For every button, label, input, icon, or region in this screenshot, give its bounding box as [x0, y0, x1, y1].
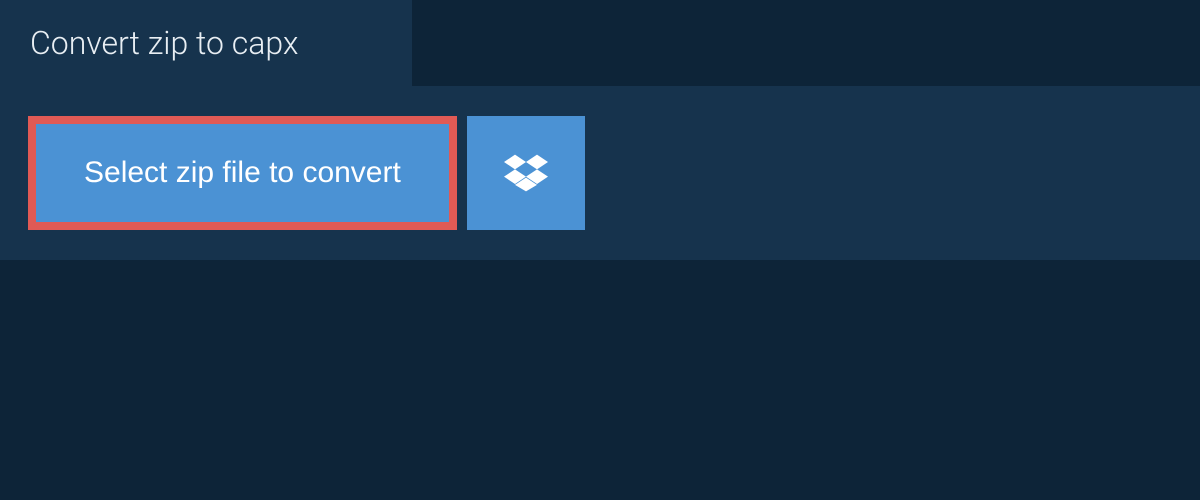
dropbox-button[interactable]: [467, 116, 585, 230]
page-title: Convert zip to capx: [30, 24, 382, 62]
header-tab: Convert zip to capx: [0, 0, 412, 86]
content-panel: Select zip file to convert: [0, 86, 1200, 260]
dropbox-icon: [504, 151, 548, 195]
select-file-button[interactable]: Select zip file to convert: [36, 124, 449, 222]
select-file-highlight: Select zip file to convert: [28, 116, 457, 230]
button-row: Select zip file to convert: [28, 116, 1172, 230]
